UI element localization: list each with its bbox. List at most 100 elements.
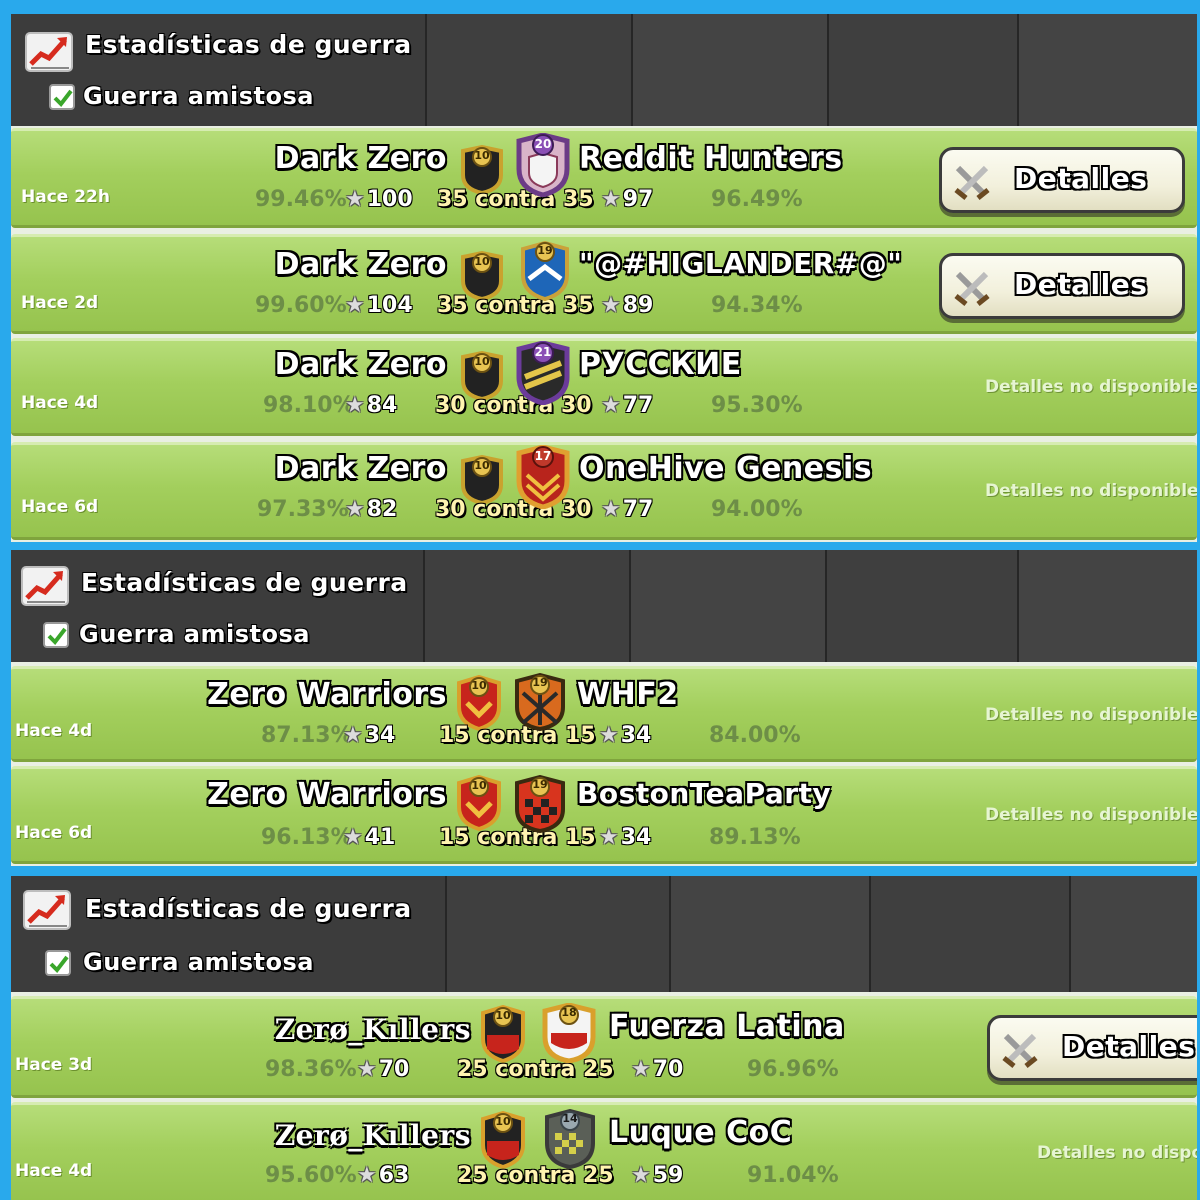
war-entry: Hace 6d Zero Warriors 10 96.13% ★41 15 c… — [11, 766, 1197, 864]
opponent-level: 14 — [562, 1112, 578, 1125]
star-icon: ★ — [345, 187, 365, 212]
opponent-destruction: 96.49% — [711, 187, 803, 212]
details-unavailable: Detalles no disponibles — [985, 481, 1197, 501]
war-log-header: Estadísticas de guerra Guerra amistosa — [11, 14, 1197, 126]
war-entry: Hace 6d Dark Zero 10 97.33% ★82 30 contr… — [11, 442, 1197, 540]
star-icon: ★ — [343, 825, 363, 850]
star-icon: ★ — [601, 497, 621, 522]
details-button[interactable]: Detalles — [939, 253, 1185, 319]
war-log-header: Estadísticas de guerra Guerra amistosa — [11, 550, 1197, 662]
friendly-war-checkbox[interactable] — [49, 84, 75, 110]
clan-destruction: 98.36% — [265, 1057, 357, 1082]
opponent-name: "@#HIGLANDER#@" — [579, 247, 903, 280]
star-icon: ★ — [345, 293, 365, 318]
details-unavailable: Detalles no disponibles — [985, 805, 1197, 825]
star-icon: ★ — [601, 187, 621, 212]
clan-destruction: 98.10% — [263, 393, 355, 418]
details-button[interactable]: Detalles — [939, 147, 1185, 213]
swords-icon — [954, 271, 990, 306]
opponent-name: Fuerza Latina — [609, 1009, 845, 1044]
swords-icon — [954, 165, 990, 200]
war-time-ago: Hace 4d — [15, 1161, 93, 1181]
opponent-level: 20 — [534, 137, 552, 151]
clan-stars: ★41 — [343, 825, 396, 850]
friendly-war-checkbox[interactable] — [45, 950, 71, 976]
star-icon: ★ — [357, 1057, 377, 1082]
clan-name: Dark Zero — [274, 347, 447, 382]
war-log-panel-1: Estadísticas de guerra Guerra amistosa H… — [11, 14, 1197, 542]
page-title: Estadísticas de guerra — [85, 894, 412, 923]
opponent-name: WHF2 — [577, 677, 679, 712]
clan-level: 10 — [474, 459, 490, 472]
clan-name: Zerø_Kıllers — [274, 1119, 471, 1152]
star-icon: ★ — [599, 723, 619, 748]
opponent-stars: ★34 — [599, 723, 652, 748]
opponent-level: 18 — [561, 1006, 577, 1019]
clan-level: 10 — [495, 1009, 511, 1022]
star-icon: ★ — [631, 1163, 651, 1188]
war-entry: Hace 4d Zero Warriors 10 87.13% ★34 15 c… — [11, 666, 1197, 762]
friendly-war-label: Guerra amistosa — [83, 948, 314, 976]
star-icon: ★ — [601, 393, 621, 418]
opponent-stars: ★34 — [599, 825, 652, 850]
clan-level: 10 — [471, 679, 487, 692]
star-icon: ★ — [599, 825, 619, 850]
war-entry: Hace 3d Zerø_Kıllers 10 98.36% ★70 25 co… — [11, 996, 1197, 1098]
details-unavailable: Detalles no disponibles — [985, 705, 1197, 725]
war-log-panel-2: Estadísticas de guerra Guerra amistosa H… — [11, 550, 1197, 866]
clan-destruction: 99.60% — [255, 293, 347, 318]
war-stats-chart-icon — [21, 566, 69, 606]
clan-stars: ★34 — [343, 723, 396, 748]
clan-level: 10 — [495, 1115, 511, 1128]
swords-icon — [1002, 1033, 1038, 1068]
friendly-war-checkbox[interactable] — [43, 622, 69, 648]
clan-name: Zerø_Kıllers — [274, 1013, 471, 1046]
opponent-stars: ★70 — [631, 1057, 684, 1082]
clan-level: 10 — [474, 149, 490, 162]
opponent-destruction: 94.34% — [711, 293, 803, 318]
war-stats-chart-icon — [23, 890, 71, 930]
war-time-ago: Hace 6d — [21, 497, 99, 517]
war-entry: Hace 4d Zerø_Kıllers 10 95.60% ★63 25 co… — [11, 1102, 1197, 1200]
war-entry: Hace 4d Dark Zero 10 98.10% ★84 30 contr… — [11, 338, 1197, 436]
opponent-stars: ★77 — [601, 393, 654, 418]
clan-level: 10 — [474, 255, 490, 268]
opponent-name: OneHive Genesis — [579, 451, 873, 486]
opponent-stars: ★97 — [601, 187, 654, 212]
star-icon: ★ — [345, 497, 365, 522]
details-unavailable: Detalles no dispon — [1037, 1143, 1197, 1163]
clan-level: 10 — [471, 779, 487, 792]
war-time-ago: Hace 2d — [21, 293, 99, 313]
clan-name: Dark Zero — [274, 247, 447, 282]
opponent-name: Luque CoC — [609, 1115, 793, 1150]
opponent-destruction: 94.00% — [711, 497, 803, 522]
opponent-stars: ★77 — [601, 497, 654, 522]
war-entry: Hace 22h Dark Zero 10 99.46% ★100 35 con… — [11, 128, 1197, 228]
star-icon: ★ — [345, 393, 365, 418]
screenshot-collage: Estadísticas de guerra Guerra amistosa H… — [0, 0, 1200, 1200]
clan-stars: ★100 — [345, 187, 413, 212]
clan-destruction: 87.13% — [261, 723, 353, 748]
opponent-level: 19 — [532, 778, 548, 791]
clan-stars: ★70 — [357, 1057, 410, 1082]
opponent-destruction: 84.00% — [709, 723, 801, 748]
details-button-label: Detalles — [1014, 268, 1148, 301]
clan-stars: ★84 — [345, 393, 398, 418]
clan-stars: ★63 — [357, 1163, 410, 1188]
opponent-destruction: 91.04% — [747, 1163, 839, 1188]
war-time-ago: Hace 4d — [21, 393, 99, 413]
clan-destruction: 97.33% — [257, 497, 349, 522]
opponent-stars: ★89 — [601, 293, 654, 318]
clan-destruction: 95.60% — [265, 1163, 357, 1188]
clan-name: Zero Warriors — [207, 677, 447, 712]
opponent-destruction: 96.96% — [747, 1057, 839, 1082]
opponent-level: 17 — [534, 449, 552, 463]
star-icon: ★ — [631, 1057, 651, 1082]
war-time-ago: Hace 3d — [15, 1055, 93, 1075]
war-time-ago: Hace 4d — [15, 721, 93, 741]
clan-level: 10 — [474, 355, 490, 368]
opponent-name: РУССКИЕ — [579, 347, 742, 382]
opponent-name: Reddit Hunters — [579, 141, 843, 176]
details-button[interactable]: Detalles — [987, 1015, 1197, 1081]
war-entry: Hace 2d Dark Zero 10 99.60% ★104 35 cont… — [11, 234, 1197, 334]
